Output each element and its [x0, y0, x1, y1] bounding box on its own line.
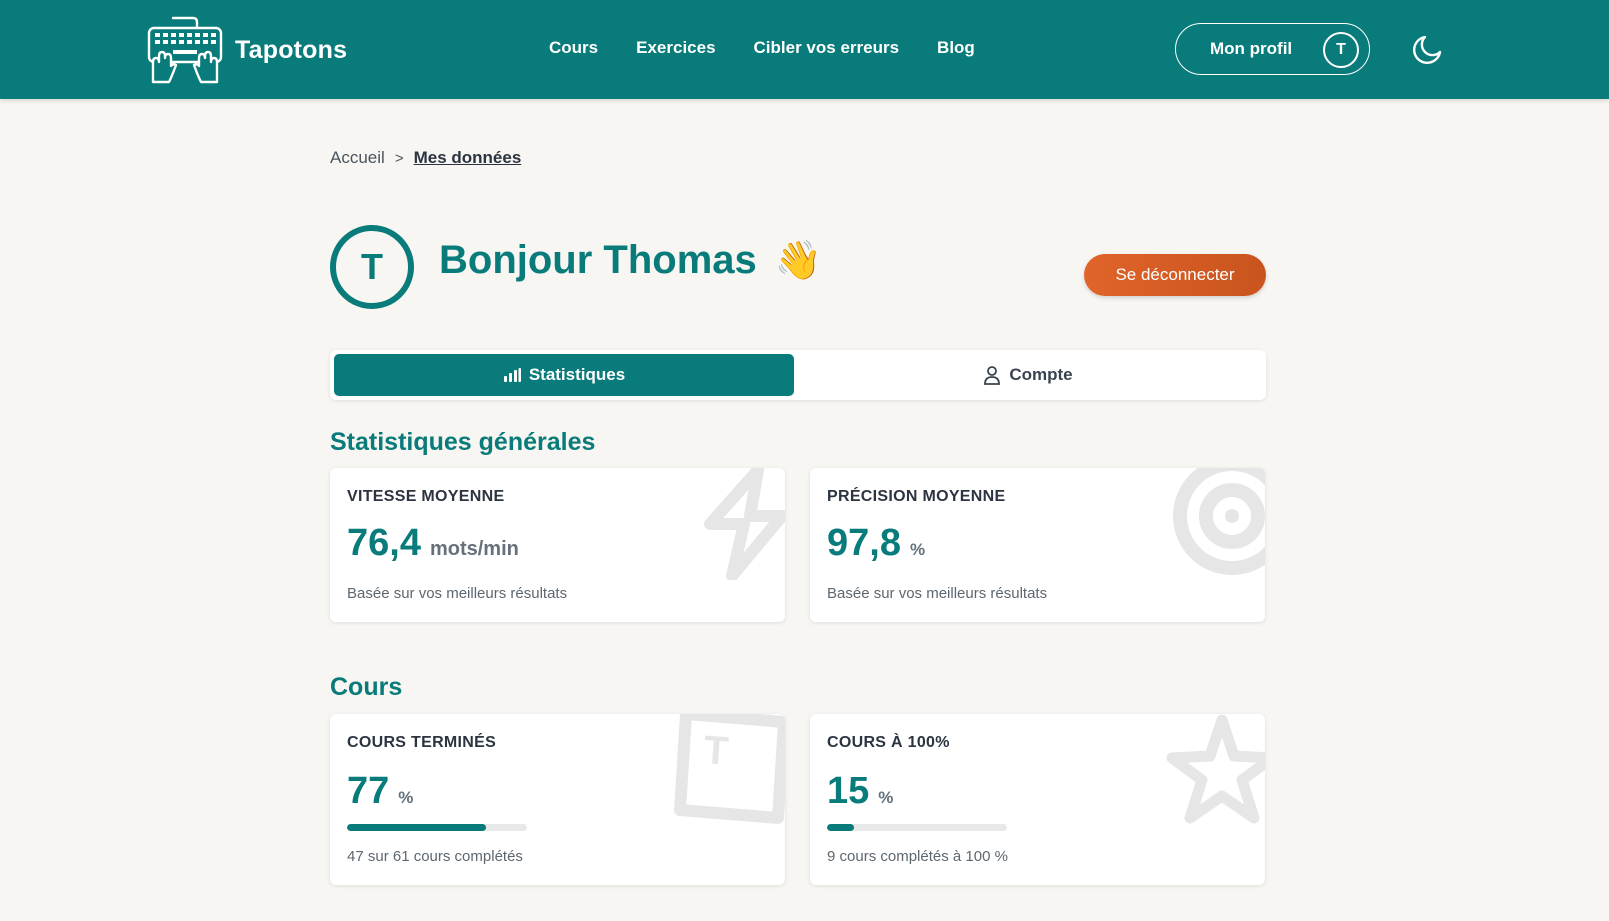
courses-perfect-progress-fill: [827, 824, 854, 831]
courses-perfect-progress: [827, 824, 1007, 831]
nav-cours[interactable]: Cours: [549, 38, 598, 58]
courses-completed-progress: [347, 824, 527, 831]
profile-button[interactable]: Mon profil T: [1175, 23, 1370, 75]
star-icon: [1166, 714, 1265, 824]
breadcrumb-home[interactable]: Accueil: [330, 148, 385, 168]
courses-completed-note: 47 sur 61 cours complétés: [347, 848, 523, 865]
courses-perfect-note: 9 cours complétés à 100 %: [827, 848, 1008, 865]
courses-perfect-value-row: 15 %: [827, 770, 893, 813]
tab-statistiques[interactable]: Statistiques: [334, 354, 794, 396]
speed-card: VITESSE MOYENNE 76,4 mots/min Basée sur …: [330, 468, 785, 622]
brand-logo[interactable]: Tapotons: [147, 16, 347, 84]
courses-completed-progress-fill: [347, 824, 486, 831]
courses-perfect-unit: %: [878, 788, 894, 807]
speed-value-row: 76,4 mots/min: [347, 522, 519, 565]
accuracy-unit: %: [909, 540, 926, 559]
brand-name: Tapotons: [235, 35, 348, 64]
courses-completed-unit: %: [398, 788, 414, 807]
target-icon: [1173, 468, 1265, 575]
tab-compte-label: Compte: [1009, 365, 1073, 384]
keyboard-hands-icon: [147, 16, 223, 84]
page-title: Bonjour Thomas 👋: [439, 238, 822, 283]
user-icon: [984, 366, 1001, 385]
top-header: Tapotons Cours Exercices Cibler vos erre…: [0, 0, 1609, 99]
breadcrumb-current: Mes données: [413, 148, 522, 167]
speed-label: VITESSE MOYENNE: [347, 488, 505, 505]
nav-blog[interactable]: Blog: [937, 38, 975, 58]
moon-icon[interactable]: [1411, 32, 1445, 66]
tab-statistiques-label: Statistiques: [528, 365, 626, 384]
speed-note: Basée sur vos meilleurs résultats: [347, 585, 568, 602]
profile-label: Mon profil: [1210, 39, 1293, 58]
tab-bar: Statistiques Compte: [330, 350, 1266, 400]
courses-perfect-value: 15: [827, 770, 870, 812]
breadcrumb: Accueil > Mes données: [330, 148, 521, 168]
logout-button[interactable]: Se déconnecter: [1084, 254, 1266, 296]
lightning-icon: [704, 468, 785, 580]
courses-completed-card: T COURS TERMINÉS 77 % 47 sur 61 cours co…: [330, 714, 785, 885]
svg-text:T: T: [702, 728, 729, 774]
breadcrumb-separator: >: [394, 149, 404, 167]
tab-compte[interactable]: Compte: [794, 354, 1262, 396]
courses-completed-label: COURS TERMINÉS: [347, 734, 497, 751]
greeting-text: Bonjour Thomas: [439, 238, 757, 282]
section-title-general: Statistiques générales: [330, 428, 596, 456]
accuracy-value: 97,8: [827, 522, 901, 564]
accuracy-card: PRÉCISION MOYENNE 97,8 % Basée sur vos m…: [810, 468, 1265, 622]
user-avatar: T: [330, 225, 414, 309]
waving-hand-icon: 👋: [774, 239, 823, 282]
nav-exercices[interactable]: Exercices: [636, 38, 715, 58]
section-title-cours: Cours: [330, 673, 403, 701]
profile-avatar: T: [1323, 32, 1359, 68]
speed-value: 76,4: [347, 522, 421, 564]
accuracy-note: Basée sur vos meilleurs résultats: [827, 585, 1048, 602]
courses-completed-value-row: 77 %: [347, 770, 413, 813]
courses-perfect-label: COURS À 100%: [827, 734, 950, 751]
accuracy-label: PRÉCISION MOYENNE: [827, 488, 1006, 505]
main-nav: Cours Exercices Cibler vos erreurs Blog: [549, 38, 975, 58]
speed-unit: mots/min: [429, 538, 519, 560]
bar-chart-icon: [503, 368, 521, 382]
key-icon: T: [674, 714, 785, 824]
nav-cibler-erreurs[interactable]: Cibler vos erreurs: [754, 38, 900, 58]
accuracy-value-row: 97,8 %: [827, 522, 925, 565]
courses-perfect-card: COURS À 100% 15 % 9 cours complétés à 10…: [810, 714, 1265, 885]
courses-completed-value: 77: [347, 770, 390, 812]
